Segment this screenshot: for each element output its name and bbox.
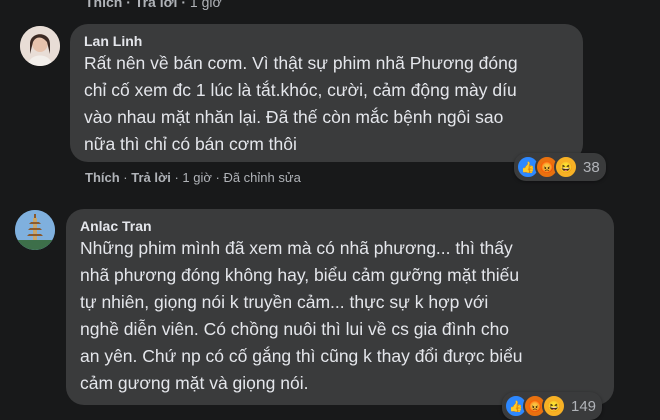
comment-bubble: Lan Linh Rất nên về bán cơm. Vì thật sự … — [70, 24, 583, 162]
like-link[interactable]: Thích — [85, 0, 122, 10]
reaction-count: 38 — [583, 158, 600, 176]
like-link[interactable]: Thích — [85, 170, 120, 185]
comment-text: Rất nên về bán cơm. Vì thật sự phim nhã … — [84, 53, 518, 154]
comment-text: Những phim mình đã xem mà có nhã phương.… — [80, 238, 523, 393]
comment-author[interactable]: Anlac Tran — [80, 217, 600, 235]
haha-icon: 😆 — [554, 155, 578, 179]
reply-link[interactable]: Trả lời — [135, 0, 178, 10]
avatar[interactable] — [20, 26, 60, 66]
reaction-count: 149 — [571, 397, 597, 415]
avatar[interactable] — [15, 210, 55, 250]
timestamp[interactable]: 1 giờ — [190, 0, 222, 10]
comment-author[interactable]: Lan Linh — [84, 32, 569, 50]
previous-comment-actions: Thích · Trả lời · 1 giờ — [85, 0, 222, 10]
timestamp[interactable]: 1 giờ — [182, 170, 212, 185]
comment-bubble: Anlac Tran Những phim mình đã xem mà có … — [66, 209, 614, 405]
reply-link[interactable]: Trả lời — [131, 170, 171, 185]
edited-label: Đã chỉnh sửa — [223, 170, 301, 185]
haha-icon: 😆 — [542, 394, 566, 418]
reaction-summary[interactable]: 👍 😡 😆 38 — [514, 153, 606, 181]
reaction-summary[interactable]: 👍 😡 😆 149 — [502, 392, 603, 420]
comment-actions: Thích · Trả lời · 1 giờ · Đã chỉnh sửa — [85, 170, 301, 185]
